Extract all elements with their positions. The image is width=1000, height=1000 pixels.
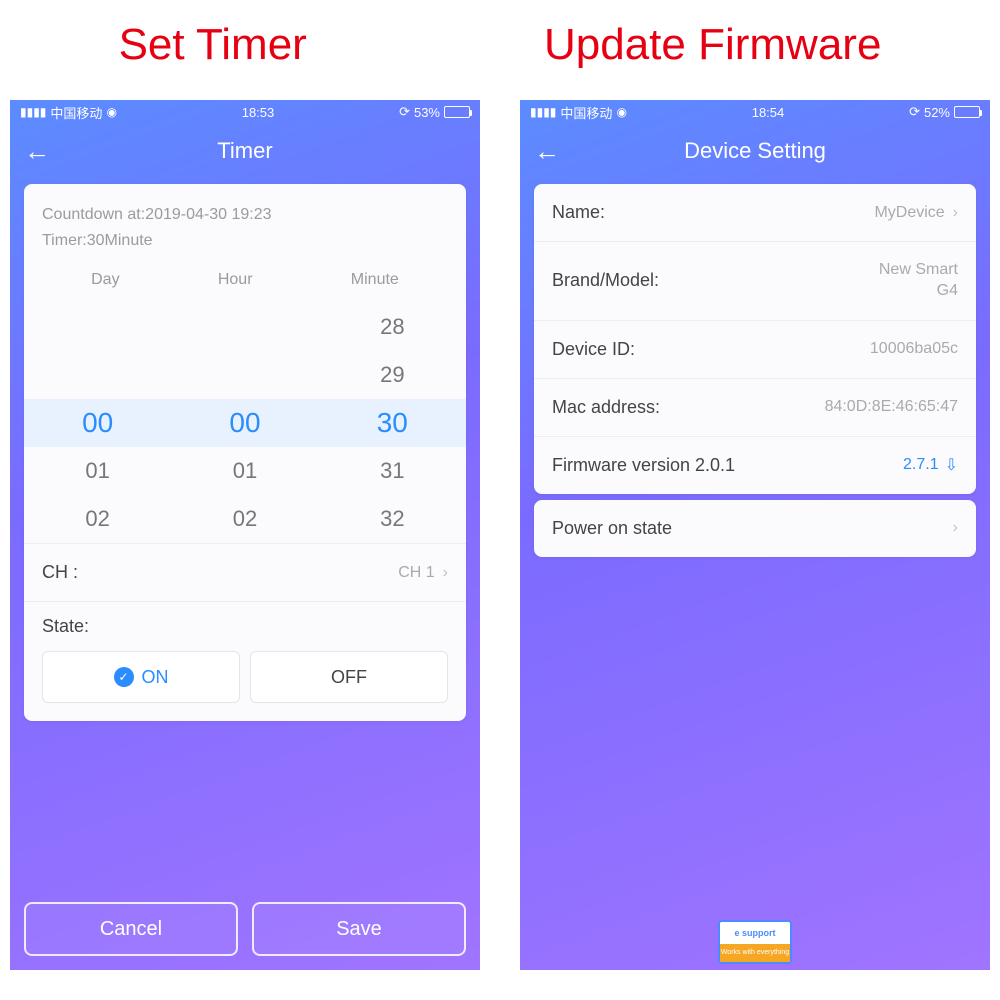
picker-col-hour[interactable]: 00 01 02 <box>171 303 318 543</box>
download-icon[interactable]: ⇩ <box>945 455 958 475</box>
channel-row[interactable]: CH : CH 1 › <box>24 543 466 601</box>
badge-bottom: Works with everything <box>720 944 790 962</box>
state-on-button[interactable]: ✓ ON <box>42 651 240 703</box>
badge-top: e support <box>720 922 790 944</box>
signal-icon: ▮▮▮▮ <box>20 105 46 119</box>
status-bar: ▮▮▮▮ 中国移动 ◉ 18:54 ⟳ 52% <box>520 100 990 124</box>
brand-label: Brand/Model: <box>552 270 659 291</box>
nav-title: Device Setting <box>684 138 826 164</box>
nav-bar: ← Device Setting <box>520 124 990 178</box>
chevron-right-icon: › <box>443 564 448 582</box>
brand-value-line2: G4 <box>879 281 958 302</box>
carrier-text: 中国移动 <box>560 103 612 122</box>
carrier-text: 中国移动 <box>50 103 102 122</box>
back-button[interactable]: ← <box>534 136 564 167</box>
name-value: MyDevice <box>874 204 944 222</box>
deviceid-value: 10006ba05c <box>870 340 958 358</box>
time-picker[interactable]: 00 01 02 00 01 02 28 29 30 31 32 <box>24 303 466 543</box>
power-on-state-row[interactable]: Power on state › <box>534 500 976 557</box>
minute-selected: 30 <box>377 399 408 447</box>
deviceid-label: Device ID: <box>552 339 635 360</box>
name-row[interactable]: Name: MyDevice › <box>534 184 976 241</box>
firmware-label: Firmware version 2.0.1 <box>552 455 735 476</box>
battery-pct: 53% <box>414 105 440 120</box>
countdown-text: Countdown at:2019-04-30 19:23 <box>42 202 448 228</box>
nav-bar: ← Timer <box>10 124 480 178</box>
timer-card: Countdown at:2019-04-30 19:23 Timer:30Mi… <box>24 184 466 721</box>
nav-title: Timer <box>217 138 272 164</box>
phone-timer: ▮▮▮▮ 中国移动 ◉ 18:53 ⟳ 53% ← Timer Countdow… <box>10 100 480 970</box>
name-label: Name: <box>552 202 605 223</box>
signal-icon: ▮▮▮▮ <box>530 105 556 119</box>
picker-label-hour: Hour <box>218 271 253 289</box>
firmware-row[interactable]: Firmware version 2.0.1 2.7.1 ⇩ <box>534 436 976 494</box>
save-button[interactable]: Save <box>252 902 466 956</box>
power-label: Power on state <box>552 518 672 539</box>
wifi-icon: ◉ <box>106 105 116 119</box>
chevron-right-icon: › <box>953 519 958 537</box>
cancel-button[interactable]: Cancel <box>24 902 238 956</box>
chevron-right-icon: › <box>953 204 958 222</box>
power-card: Power on state › <box>534 500 976 557</box>
mac-label: Mac address: <box>552 397 660 418</box>
picker-col-minute[interactable]: 28 29 30 31 32 <box>319 303 466 543</box>
phone-device-setting: ▮▮▮▮ 中国移动 ◉ 18:54 ⟳ 52% ← Device Setting… <box>520 100 990 970</box>
state-off-button[interactable]: OFF <box>250 651 448 703</box>
firmware-update-value: 2.7.1 <box>903 456 939 474</box>
battery-icon <box>954 106 980 118</box>
rotation-lock-icon: ⟳ <box>909 104 920 120</box>
support-badge: e support Works with everything <box>718 920 792 964</box>
picker-header: Day Hour Minute <box>42 253 448 295</box>
title-left: Set Timer <box>119 20 307 70</box>
back-button[interactable]: ← <box>24 136 54 167</box>
channel-label: CH : <box>42 562 78 583</box>
battery-icon <box>444 106 470 118</box>
state-label: State: <box>42 616 448 637</box>
picker-col-day[interactable]: 00 01 02 <box>24 303 171 543</box>
status-bar: ▮▮▮▮ 中国移动 ◉ 18:53 ⟳ 53% <box>10 100 480 124</box>
rotation-lock-icon: ⟳ <box>399 104 410 120</box>
page-titles: Set Timer Update Firmware <box>0 0 1000 100</box>
day-selected: 00 <box>82 399 113 447</box>
status-time: 18:53 <box>242 105 275 120</box>
state-section: State: ✓ ON OFF <box>24 601 466 721</box>
title-right: Update Firmware <box>544 20 881 70</box>
check-icon: ✓ <box>114 667 134 687</box>
picker-label-day: Day <box>91 271 119 289</box>
brand-value-line1: New Smart <box>879 260 958 281</box>
wifi-icon: ◉ <box>616 105 626 119</box>
mac-row: Mac address: 84:0D:8E:46:65:47 <box>534 378 976 436</box>
status-time: 18:54 <box>752 105 785 120</box>
battery-pct: 52% <box>924 105 950 120</box>
channel-value: CH 1 <box>398 564 434 582</box>
brand-row: Brand/Model: New Smart G4 <box>534 241 976 320</box>
timer-text: Timer:30Minute <box>42 228 448 254</box>
picker-label-minute: Minute <box>351 271 399 289</box>
device-info-card: Name: MyDevice › Brand/Model: New Smart … <box>534 184 976 494</box>
hour-selected: 00 <box>229 399 260 447</box>
deviceid-row: Device ID: 10006ba05c <box>534 320 976 378</box>
mac-value: 84:0D:8E:46:65:47 <box>825 398 958 416</box>
